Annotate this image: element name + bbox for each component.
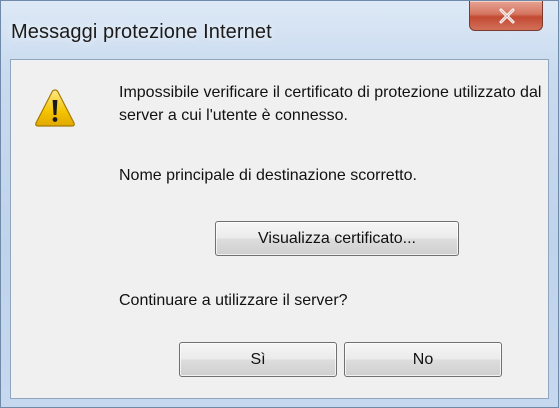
close-x-icon [499, 8, 515, 24]
yes-button[interactable]: Sì [179, 342, 337, 377]
certificate-error-detail: Nome principale di destinazione scorrett… [119, 167, 417, 184]
dialog-content: Impossibile verificare il certificato di… [10, 59, 549, 399]
no-button[interactable]: No [344, 342, 502, 377]
certificate-warning-message: Impossibile verificare il certificato di… [119, 84, 542, 124]
close-button[interactable] [469, 1, 543, 31]
title-bar[interactable]: Messaggi protezione Internet [1, 1, 558, 59]
dialog-window: Messaggi protezione Internet Impossibile… [0, 0, 559, 408]
view-certificate-button[interactable]: Visualizza certificato... [215, 221, 459, 256]
warning-icon [35, 89, 75, 127]
window-title: Messaggi protezione Internet [11, 21, 272, 43]
continue-question: Continuare a utilizzare il server? [119, 292, 348, 309]
